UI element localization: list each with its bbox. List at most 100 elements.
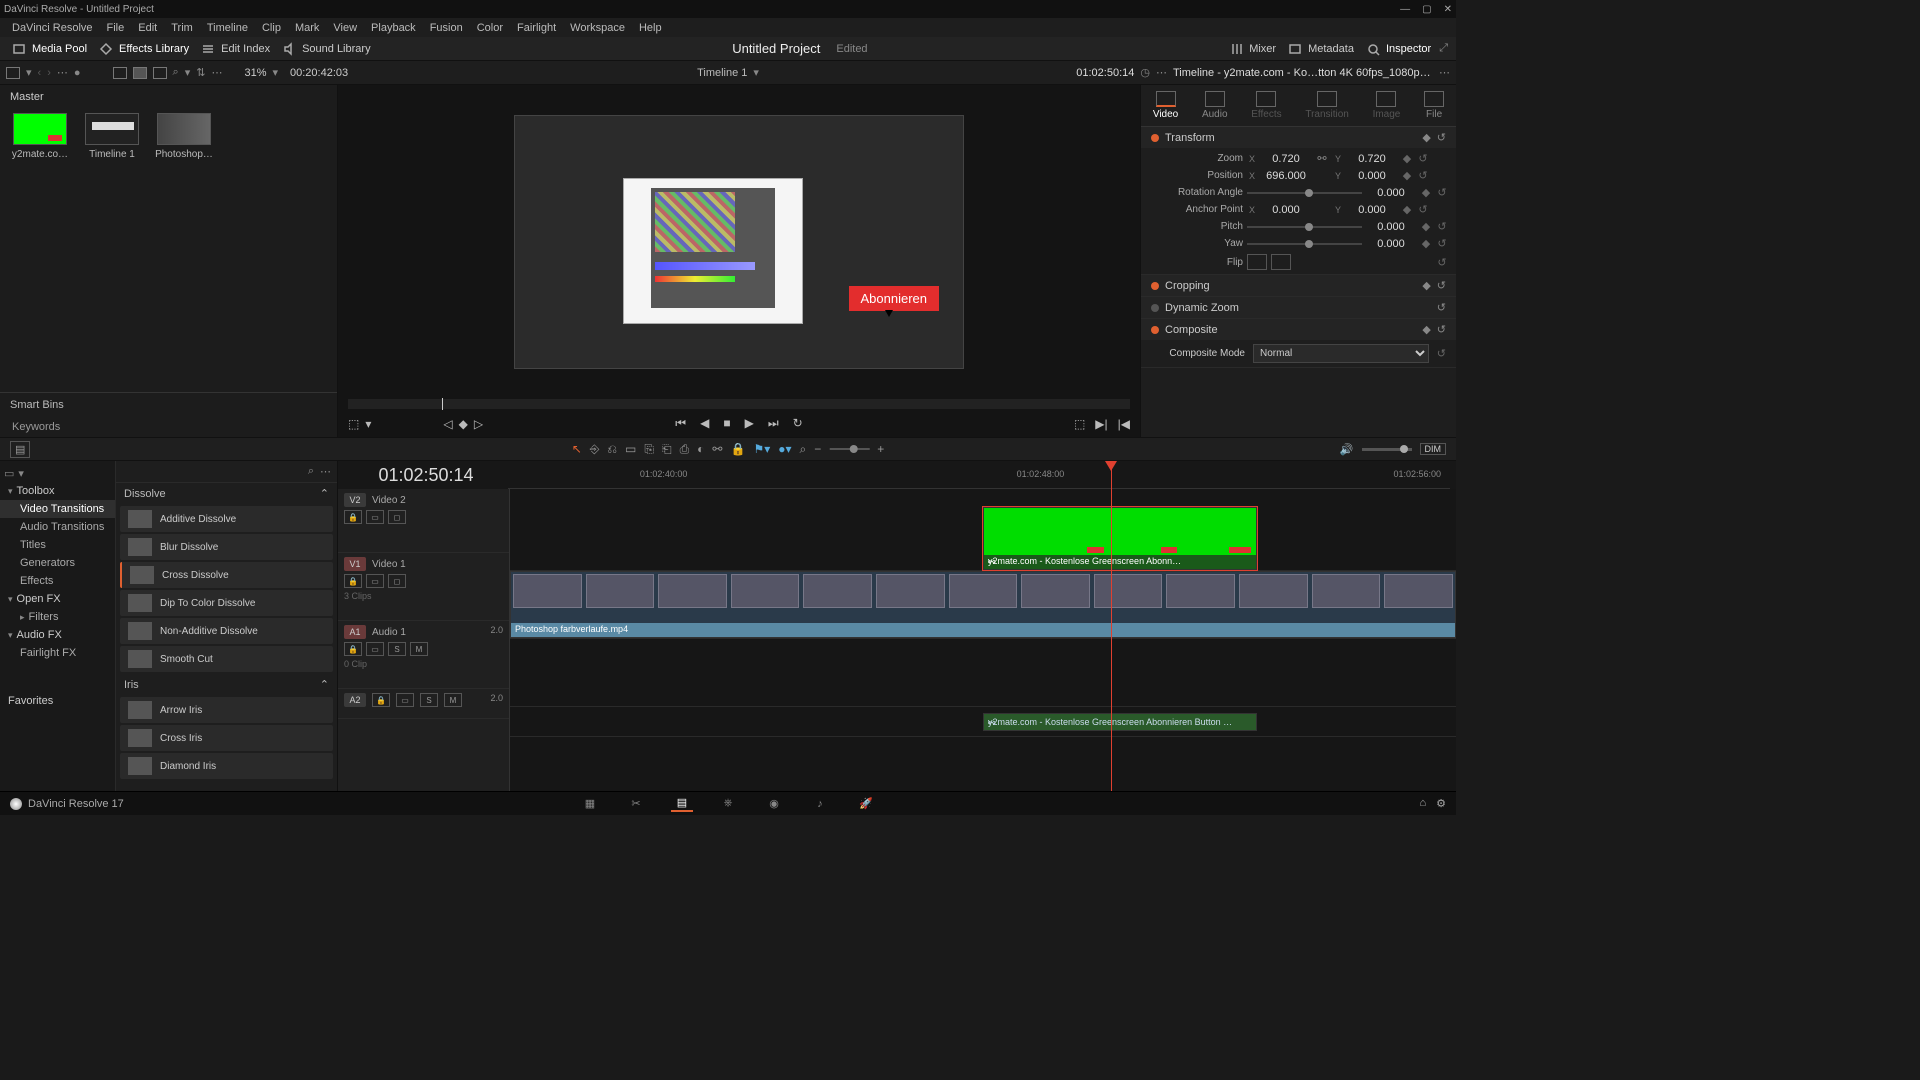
reset-icon[interactable]: ↺ <box>1437 347 1446 360</box>
auto-select-icon[interactable]: ▭ <box>366 510 384 524</box>
panel-dropdown-icon[interactable]: ▾ <box>18 467 24 480</box>
menu-view[interactable]: View <box>327 22 363 34</box>
media-pool-toggle[interactable]: Media Pool <box>8 40 91 58</box>
reset-icon[interactable]: ↺ <box>1417 152 1429 165</box>
reset-icon[interactable]: ↺ <box>1437 279 1446 292</box>
prev-edit-icon[interactable]: |◀ <box>1118 417 1130 431</box>
mixer-toggle[interactable]: Mixer <box>1225 40 1280 58</box>
marker-icon[interactable]: ●▾ <box>778 442 791 456</box>
timeline-clip[interactable]: ⚯y2mate.com - Kostenlose Greenscreen Abo… <box>983 713 1257 731</box>
timeline-name[interactable]: Timeline 1 <box>697 67 747 79</box>
menu-edit[interactable]: Edit <box>132 22 163 34</box>
keyframe-icon[interactable]: ◆ <box>1420 220 1432 233</box>
options-icon[interactable]: ⋯ <box>320 465 331 478</box>
keyframe-icon[interactable]: ◆ <box>1420 237 1432 250</box>
collapse-icon[interactable]: ⌃ <box>320 678 329 691</box>
reset-icon[interactable]: ↺ <box>1436 220 1448 233</box>
fx-cat-dissolve[interactable]: Dissolve⌃ <box>116 483 337 504</box>
solo-button[interactable]: S <box>420 693 438 707</box>
composite-mode-select[interactable]: Normal <box>1253 344 1429 363</box>
panel-icon[interactable]: ▭ <box>4 467 14 480</box>
reset-icon[interactable]: ↺ <box>1437 131 1446 144</box>
view-list-icon[interactable] <box>153 67 167 79</box>
position-y-value[interactable]: 0.000 <box>1347 170 1397 182</box>
smart-bin-keywords[interactable]: Keywords <box>0 417 337 437</box>
lock-icon[interactable]: 🔒 <box>730 442 745 456</box>
dim-button[interactable]: DIM <box>1420 443 1447 455</box>
page-deliver-icon[interactable]: 🚀 <box>855 796 877 812</box>
mute-button[interactable]: M <box>410 642 428 656</box>
nav-back-icon[interactable]: ‹ <box>38 67 42 79</box>
home-icon[interactable]: ⌂ <box>1419 797 1426 810</box>
trim-tool-icon[interactable]: ⎆ <box>590 442 600 457</box>
zoom-dropdown-icon[interactable]: ▾ <box>272 66 278 79</box>
inspector-tab-file[interactable]: File <box>1420 89 1448 122</box>
cropping-header[interactable]: Cropping ◆↺ <box>1141 275 1456 296</box>
menu-workspace[interactable]: Workspace <box>564 22 631 34</box>
page-edit-icon[interactable]: ▤ <box>671 796 693 812</box>
fx-video-transitions[interactable]: Video Transitions <box>0 500 115 518</box>
settings-icon[interactable]: ⚙ <box>1436 797 1446 810</box>
play-icon[interactable]: ▶ <box>745 416 754 430</box>
volume-slider[interactable] <box>1362 448 1412 451</box>
effects-library-toggle[interactable]: Effects Library <box>95 40 193 58</box>
anchor-x-value[interactable]: 0.000 <box>1261 204 1311 216</box>
anchor-y-value[interactable]: 0.000 <box>1347 204 1397 216</box>
track-badge[interactable]: A2 <box>344 693 366 707</box>
fx-item[interactable]: Arrow Iris <box>120 697 333 723</box>
timeline-ruler[interactable]: 01:02:40:00 01:02:48:00 01:02:56:00 <box>508 461 1450 489</box>
pool-view-icon[interactable] <box>6 67 20 79</box>
menu-fusion[interactable]: Fusion <box>424 22 469 34</box>
page-media-icon[interactable]: ▦ <box>579 796 601 812</box>
zoom-x-value[interactable]: 0.720 <box>1261 153 1311 165</box>
pitch-value[interactable]: 0.000 <box>1366 221 1416 233</box>
menu-file[interactable]: File <box>101 22 131 34</box>
solo-button[interactable]: S <box>388 642 406 656</box>
media-clip[interactable]: Photoshop… <box>154 113 214 160</box>
menu-help[interactable]: Help <box>633 22 668 34</box>
inspector-toggle[interactable]: Inspector <box>1362 40 1435 58</box>
fx-item[interactable]: Cross Dissolve <box>120 562 333 588</box>
fx-item[interactable]: Dip To Color Dissolve <box>120 590 333 616</box>
rotation-slider[interactable] <box>1247 192 1362 194</box>
dynamic-zoom-header[interactable]: Dynamic Zoom ↺ <box>1141 297 1456 318</box>
options-icon[interactable]: ⋯ <box>211 66 222 79</box>
zoom-y-value[interactable]: 0.720 <box>1347 153 1397 165</box>
fx-item[interactable]: Cross Iris <box>120 725 333 751</box>
loop-icon[interactable]: ↻ <box>793 416 803 430</box>
composite-header[interactable]: Composite ◆↺ <box>1141 319 1456 340</box>
window-close[interactable]: ✕ <box>1444 4 1452 15</box>
disable-icon[interactable]: ◻ <box>388 574 406 588</box>
zoom-in-icon[interactable]: + <box>877 442 884 456</box>
track-header-a2[interactable]: A2 🔒▭SM 2.0 <box>338 689 509 719</box>
lock-icon[interactable]: 🔒 <box>344 574 362 588</box>
expand-icon[interactable]: ⤢ <box>1439 42 1448 55</box>
menu-color[interactable]: Color <box>471 22 509 34</box>
edit-index-toggle[interactable]: Edit Index <box>197 40 274 58</box>
yaw-value[interactable]: 0.000 <box>1366 238 1416 250</box>
flip-h-button[interactable] <box>1247 254 1267 270</box>
dynamic-trim-icon[interactable]: ⎌ <box>607 442 617 457</box>
reset-icon[interactable]: ↺ <box>1417 169 1429 182</box>
fx-generators[interactable]: Generators <box>0 554 115 572</box>
next-mark-icon[interactable]: ▷ <box>474 417 483 431</box>
track-header-v1[interactable]: V1Video 1 🔒▭◻ 3 Clips <box>338 553 509 621</box>
metadata-toggle[interactable]: Metadata <box>1284 40 1358 58</box>
inspector-tab-video[interactable]: Video <box>1149 89 1182 122</box>
media-clip[interactable]: Timeline 1 <box>82 113 142 160</box>
fx-filters[interactable]: ▸Filters <box>0 608 115 626</box>
pitch-slider[interactable] <box>1247 226 1362 228</box>
track-badge[interactable]: V2 <box>344 493 366 507</box>
auto-select-icon[interactable]: ▭ <box>366 642 384 656</box>
next-edit-icon[interactable]: ▶| <box>1095 417 1107 431</box>
position-x-value[interactable]: 696.000 <box>1261 170 1311 182</box>
transform-header[interactable]: Transform ◆↺ <box>1141 127 1456 148</box>
overwrite-icon[interactable]: ⎗ <box>662 442 672 457</box>
collapse-icon[interactable]: ⌃ <box>320 487 329 500</box>
auto-select-icon[interactable]: ▭ <box>366 574 384 588</box>
reset-icon[interactable]: ↺ <box>1417 203 1429 216</box>
link-icon[interactable]: ⚯ <box>712 442 722 456</box>
window-maximize[interactable]: ▢ <box>1422 4 1431 15</box>
master-bin[interactable]: Master <box>0 85 337 109</box>
transform-overlay-icon[interactable]: ⬚ <box>348 417 359 431</box>
